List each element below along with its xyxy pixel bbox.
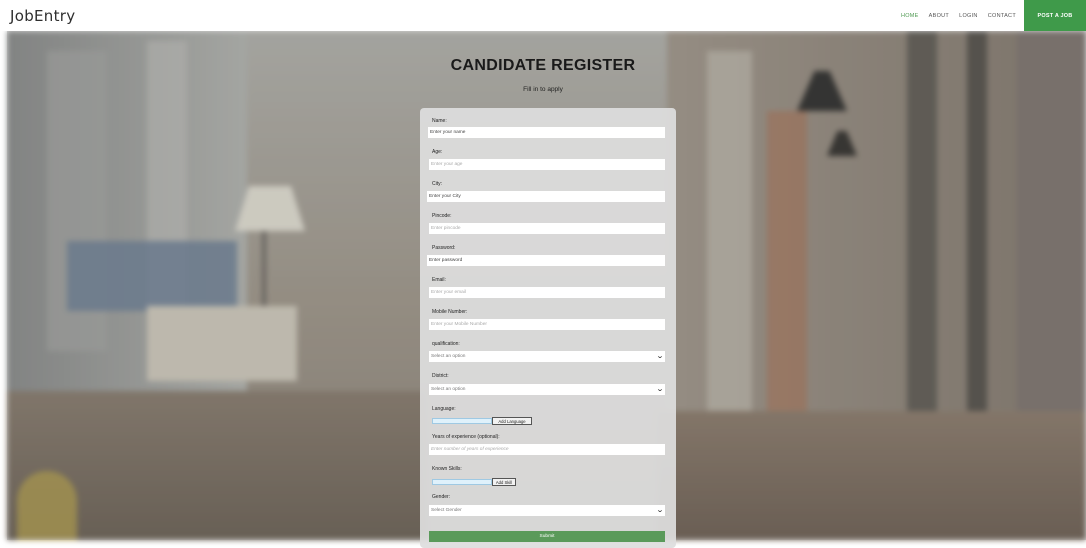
add-skill-button[interactable]: Add Skill [492,478,516,486]
district-label: District: [432,373,449,379]
language-input[interactable] [432,418,492,424]
nav-about[interactable]: ABOUT [929,13,949,19]
submit-button[interactable]: Submit [429,531,665,542]
chevron-down-icon: ⌄ [655,386,665,393]
add-language-button[interactable]: Add Language [492,417,532,425]
post-job-button[interactable]: POST A JOB [1024,0,1086,31]
page-title: CANDIDATE REGISTER [450,57,636,74]
gender-selected-value: Select Gender [431,508,462,513]
city-input[interactable]: Enter your City [427,191,665,202]
qualification-select[interactable]: Select an option ⌄ [429,351,665,362]
nav-home[interactable]: HOME [901,13,919,19]
qualification-selected-value: Select an option [431,354,466,359]
nav-contact[interactable]: CONTACT [988,13,1016,19]
age-input[interactable]: Enter your age [429,159,665,170]
experience-input[interactable]: Enter number of years of experience [429,444,665,455]
brand-logo[interactable]: JobEntry [10,7,75,25]
nav-login[interactable]: LOGIN [959,13,978,19]
skills-label: Known Skills: [432,466,462,472]
age-label: Age: [432,149,443,155]
mobile-label: Mobile Number: [432,309,468,315]
chevron-down-icon: ⌄ [655,507,665,514]
nav-menu: HOME ABOUT LOGIN CONTACT [891,0,1016,31]
gender-label: Gender: [432,494,451,500]
city-label: City: [432,181,442,187]
skills-input[interactable] [432,479,492,485]
email-input[interactable]: Enter your email [429,287,665,298]
district-select[interactable]: Select an option ⌄ [429,384,665,395]
pincode-label: Pincode: [432,213,452,219]
district-selected-value: Select an option [431,387,466,392]
pincode-input[interactable]: Enter pincode [429,223,665,234]
chevron-down-icon: ⌄ [655,353,665,360]
experience-label: Years of experience (optional): [432,434,500,440]
name-input[interactable]: Enter your name [428,127,665,138]
password-input[interactable]: Enter password [427,255,665,266]
qualification-label: qualification: [432,341,460,347]
email-label: Email: [432,277,446,283]
page-subtitle: Fill in to apply [523,86,563,93]
mobile-input[interactable]: Enter your Mobile Number [429,319,665,330]
password-label: Password: [432,245,456,251]
top-navbar: JobEntry HOME ABOUT LOGIN CONTACT POST A… [0,0,1086,31]
name-label: Name: [432,118,447,124]
gender-select[interactable]: Select Gender ⌄ [429,505,665,516]
language-label: Language: [432,406,456,412]
